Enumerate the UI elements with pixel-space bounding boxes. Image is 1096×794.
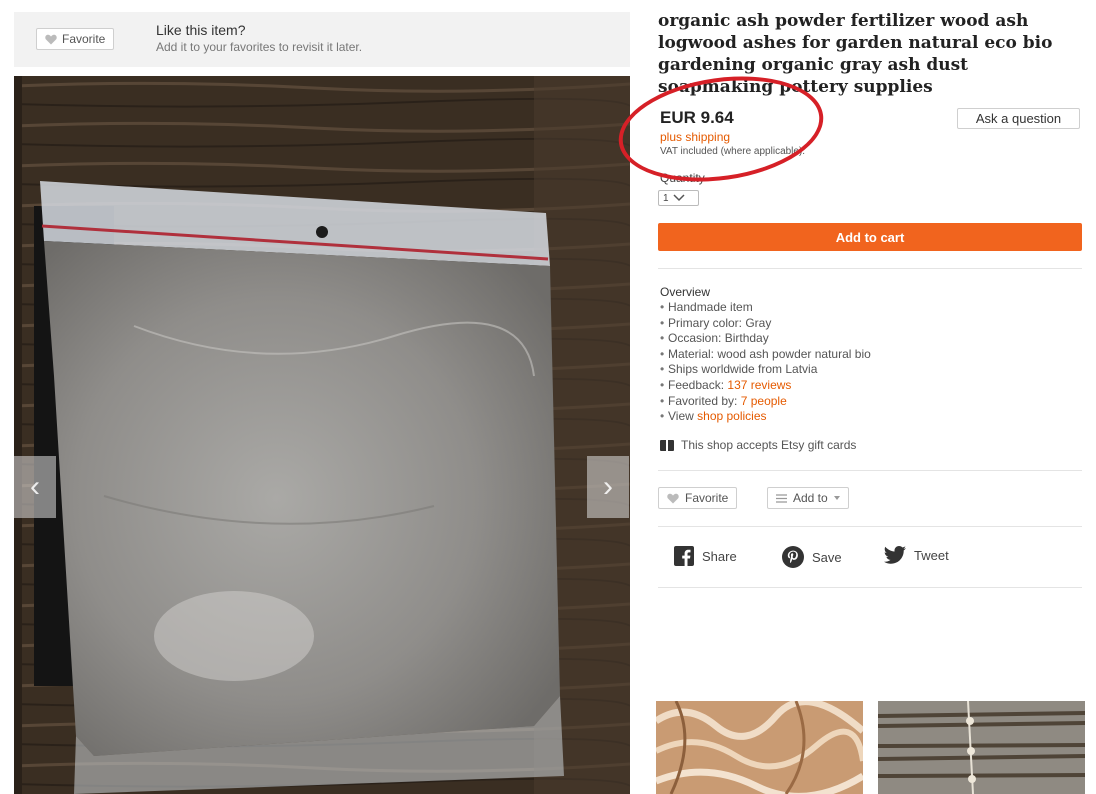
- caret-down-icon: [833, 496, 840, 500]
- overview-item-feedback: Feedback: 137 reviews: [660, 378, 871, 394]
- quantity-label: Quantity: [660, 171, 705, 185]
- gift-cards-text: This shop accepts Etsy gift cards: [681, 438, 857, 452]
- divider: [658, 526, 1082, 527]
- quantity-value: 1: [663, 192, 669, 204]
- chevron-down-icon: [673, 194, 685, 202]
- gift-cards-note: This shop accepts Etsy gift cards: [660, 438, 856, 452]
- overview-section: Overview Handmade item Primary color: Gr…: [660, 285, 871, 425]
- view-label: View: [668, 409, 694, 424]
- feedback-label: Feedback:: [668, 377, 725, 392]
- vat-note: VAT included (where applicable).: [660, 146, 806, 157]
- share-facebook-button[interactable]: Share: [674, 546, 737, 566]
- banner-favorite-label: Favorite: [62, 32, 106, 46]
- previous-image-button[interactable]: ‹: [14, 456, 56, 518]
- related-item-thumbnail[interactable]: [656, 701, 863, 794]
- chevron-right-icon: ›: [603, 470, 613, 503]
- divider: [658, 470, 1082, 471]
- overview-title: Overview: [660, 285, 711, 299]
- favorite-label: Favorite: [685, 491, 729, 505]
- overview-item: Occasion: Birthday: [660, 331, 871, 347]
- next-image-button[interactable]: ›: [587, 456, 629, 518]
- pinterest-icon: [782, 546, 804, 568]
- heart-icon: [45, 34, 57, 44]
- add-to-list-button[interactable]: Add to: [767, 487, 849, 509]
- list-icon: [776, 493, 787, 503]
- twitter-icon: [884, 546, 906, 564]
- divider: [658, 268, 1082, 269]
- facebook-icon: [674, 546, 694, 566]
- add-to-label: Add to: [793, 491, 828, 505]
- favorite-prompt: Like this item? Add it to your favorites…: [156, 22, 362, 54]
- tweet-label: Tweet: [914, 547, 949, 563]
- overview-item-favorited: Favorited by: 7 people: [660, 394, 871, 410]
- product-photo[interactable]: [14, 76, 630, 794]
- favorite-prompt-title: Like this item?: [156, 22, 246, 38]
- overview-item: Material: wood ash powder natural bio: [660, 347, 871, 363]
- tweet-button[interactable]: Tweet: [884, 546, 949, 564]
- favorited-people-link[interactable]: 7 people: [741, 394, 787, 408]
- listing-title: organic ash powder fertilizer wood ash l…: [658, 11, 1053, 97]
- save-pinterest-button[interactable]: Save: [782, 546, 842, 568]
- share-label: Share: [702, 548, 737, 564]
- listing-price: EUR 9.64: [660, 108, 734, 127]
- favorite-banner: Favorite Like this item? Add it to your …: [14, 12, 630, 67]
- add-to-cart-button[interactable]: Add to cart: [658, 223, 1082, 251]
- overview-item: Handmade item: [660, 300, 871, 316]
- overview-item: Primary color: Gray: [660, 316, 871, 332]
- ask-question-button[interactable]: Ask a question: [957, 108, 1080, 129]
- reviews-link[interactable]: 137 reviews: [727, 378, 791, 392]
- favorite-button[interactable]: Favorite: [658, 487, 738, 509]
- favorited-label: Favorited by:: [668, 393, 738, 408]
- overview-list: Handmade item Primary color: Gray Occasi…: [660, 300, 871, 425]
- divider: [658, 587, 1082, 588]
- overview-item: Ships worldwide from Latvia: [660, 362, 871, 378]
- shop-policies-link[interactable]: shop policies: [697, 409, 766, 423]
- chevron-left-icon: ‹: [30, 470, 40, 503]
- overview-item-policies: View shop policies: [660, 409, 871, 425]
- save-label: Save: [812, 549, 842, 565]
- shipping-note[interactable]: plus shipping: [660, 130, 730, 144]
- heart-icon: [667, 493, 679, 503]
- quantity-select[interactable]: 1: [658, 190, 699, 206]
- related-item-thumbnail[interactable]: [878, 701, 1085, 794]
- favorite-prompt-subtitle: Add it to your favorites to revisit it l…: [156, 40, 363, 54]
- banner-favorite-button[interactable]: Favorite: [36, 28, 115, 50]
- gift-card-icon: [660, 439, 674, 451]
